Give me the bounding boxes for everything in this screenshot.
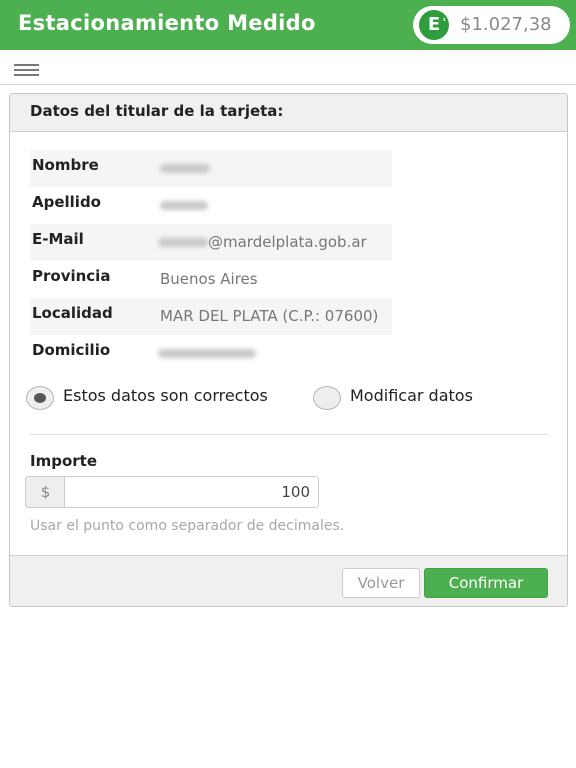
balance-amount: $1.027,38 [460,14,552,35]
redacted-value [160,164,210,173]
info-row-email: E-Mail @mardelplata.gob.ar [30,224,392,261]
e-wallet-icon-mark: ' [442,16,446,29]
radio-circle[interactable] [313,386,341,410]
app-title: Estacionamiento Medido [18,11,316,35]
panel-footer: Volver Confirmar [10,555,567,606]
panel-header: Datos del titular de la tarjeta: [10,94,567,132]
back-button[interactable]: Volver [342,568,420,598]
info-value: MAR DEL PLATA (C.P.: 07600) [160,307,379,325]
card-holder-panel: Datos del titular de la tarjeta: Nombre … [9,93,568,607]
info-label: E-Mail [32,230,84,248]
info-label: Apellido [32,193,101,211]
info-row-apellido: Apellido [30,187,392,224]
radio-circle[interactable] [26,386,54,410]
balance-pill[interactable]: E ' $1.027,38 [413,6,570,44]
redacted-value [158,238,208,247]
radio-label[interactable]: Estos datos son correctos [63,386,268,405]
info-label: Provincia [32,267,111,285]
info-row-domicilio: Domicilio [30,335,392,372]
info-row-nombre: Nombre [30,150,392,187]
info-label: Domicilio [32,341,111,359]
top-bar: Estacionamiento Medido E ' $1.027,38 [0,0,576,50]
redacted-value [160,201,208,210]
info-value: @mardelplata.gob.ar [208,233,367,251]
e-wallet-icon: E ' [419,10,449,40]
amount-label: Importe [30,452,97,470]
radio-modify-data[interactable]: Modificar datos [313,385,513,413]
hamburger-menu-icon[interactable] [14,64,39,76]
info-value: Buenos Aires [160,270,258,288]
currency-addon: $ [25,476,65,508]
amount-help-text: Usar el punto como separador de decimale… [30,518,345,534]
info-label: Nombre [32,156,99,174]
radio-dot [34,393,46,403]
sub-toolbar [0,50,576,85]
confirm-button[interactable]: Confirmar [424,568,548,598]
redacted-value [158,349,256,358]
info-row-localidad: Localidad MAR DEL PLATA (C.P.: 07600) [30,298,392,335]
info-row-provincia: Provincia Buenos Aires [30,261,392,298]
panel-title: Datos del titular de la tarjeta: [30,102,284,120]
info-label: Localidad [32,304,113,322]
amount-input[interactable] [64,476,319,508]
section-divider [30,434,548,435]
e-wallet-icon-letter: E [427,14,441,35]
radio-data-correct[interactable]: Estos datos son correctos [26,385,296,413]
radio-label[interactable]: Modificar datos [350,386,473,405]
